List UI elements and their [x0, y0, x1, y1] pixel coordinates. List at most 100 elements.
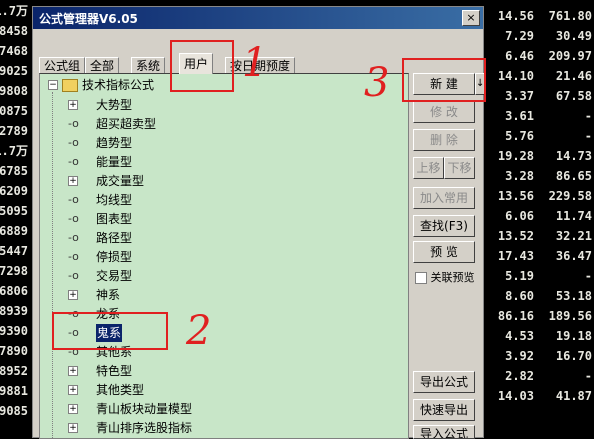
tab-system[interactable]: 系统	[131, 57, 166, 74]
left-quote-cell: 5447	[0, 244, 28, 258]
annotation-box-ghost-item	[52, 312, 168, 350]
right-quote-cell: 16.70	[555, 349, 592, 363]
tree-item-label: 青山排序选股指标	[96, 421, 193, 435]
find-button[interactable]: 查找(F3)	[413, 215, 475, 237]
annotation-number-3: 3	[364, 60, 390, 106]
tree-root-label: 技术指标公式	[82, 78, 155, 92]
tree-item-label: 路径型	[96, 231, 133, 245]
tree-item-label: 超买超卖型	[96, 117, 157, 131]
import-formula-button[interactable]: 导入公式	[413, 425, 475, 439]
right-quote-cell: 13.52	[497, 229, 534, 243]
annotation-box-new-button	[402, 58, 486, 102]
left-quote-cell: 1.7万	[0, 144, 28, 158]
modify-button[interactable]: 修 改	[413, 101, 475, 123]
delete-button[interactable]: 删 除	[413, 129, 475, 151]
right-quote-cell: 209.97	[548, 49, 592, 63]
expand-icon[interactable]: +	[68, 423, 78, 433]
left-quote-cell: 6209	[0, 184, 28, 198]
tree-item-label: 其他类型	[96, 383, 145, 397]
expand-icon[interactable]: +	[68, 176, 78, 186]
right-quote-cell: -	[584, 269, 592, 283]
right-quote-cell: 7.29	[505, 29, 534, 43]
left-quote-cell: 8458	[0, 24, 28, 38]
add-common-button[interactable]: 加入常用	[413, 187, 475, 209]
tab-formula-group[interactable]: 公式组	[39, 57, 86, 74]
quick-export-button[interactable]: 快速导出	[413, 399, 475, 421]
expand-icon[interactable]: +	[68, 385, 78, 395]
right-quote-cell: -	[584, 369, 592, 383]
right-quote-cell: 41.87	[555, 389, 592, 403]
right-quote-cell: 14.73	[555, 149, 592, 163]
folder-icon	[62, 79, 78, 92]
right-quote-cell: 67.58	[555, 89, 592, 103]
formula-leaf-icon: -o	[68, 250, 79, 263]
tab-all[interactable]: 全部	[85, 57, 120, 74]
tab-user[interactable]: 用户	[179, 53, 214, 74]
collapse-icon[interactable]: −	[48, 80, 58, 90]
expand-icon[interactable]: +	[68, 366, 78, 376]
left-quote-cell: 6889	[0, 224, 28, 238]
linked-preview-checkbox[interactable]: 关联预览	[415, 269, 475, 285]
right-quote-cell: 6.06	[505, 209, 534, 223]
right-quote-cell: 17.43	[497, 249, 534, 263]
right-quote-cell: 86.16	[497, 309, 534, 323]
tree-item-label: 停损型	[96, 250, 133, 264]
expand-icon[interactable]: +	[68, 100, 78, 110]
left-quote-cell: 2789	[0, 124, 28, 138]
formula-leaf-icon: -o	[68, 136, 79, 149]
tree-line	[52, 92, 53, 438]
tree-item-label: 交易型	[96, 269, 133, 283]
expand-icon[interactable]: +	[68, 290, 78, 300]
right-quote-cell: 36.47	[555, 249, 592, 263]
right-quote-cell: 14.56	[497, 9, 534, 23]
left-quote-cell: 9390	[0, 324, 28, 338]
left-quote-cell: 9808	[0, 84, 28, 98]
move-down-button[interactable]: 下移	[444, 157, 475, 179]
right-quote-cell: 14.03	[497, 389, 534, 403]
left-quote-cell: 9085	[0, 404, 28, 418]
left-quote-cell: 0875	[0, 104, 28, 118]
formula-tree[interactable]: − 技术指标公式 + 大势型 -o 超买超卖型 -o 趋势型 -o 能量型 + 成交量型 -o 均线型…	[39, 73, 409, 439]
formula-leaf-icon: -o	[68, 269, 79, 282]
right-quote-cell: 3.61	[505, 109, 534, 123]
left-quote-cell: 6806	[0, 284, 28, 298]
expand-icon[interactable]: +	[68, 404, 78, 414]
right-quote-cell: 229.58	[548, 189, 592, 203]
linked-preview-label: 关联预览	[430, 271, 475, 284]
right-quote-cell: 30.49	[555, 29, 592, 43]
right-quote-cell: 53.18	[555, 289, 592, 303]
tree-item-label: 均线型	[96, 193, 133, 207]
annotation-number-1: 1	[242, 40, 268, 86]
left-quote-cell: 7468	[0, 44, 28, 58]
move-up-button[interactable]: 上移	[413, 157, 444, 179]
preview-button[interactable]: 预 览	[413, 241, 475, 263]
right-quote-cell	[536, 407, 592, 426]
right-quote-cell: -	[584, 129, 592, 143]
left-quote-cell: 7298	[0, 264, 28, 278]
formula-leaf-icon: -o	[68, 212, 79, 225]
right-quote-cell: 21.46	[555, 69, 592, 83]
left-quote-cell: 5095	[0, 204, 28, 218]
right-quote-cell: 3.28	[505, 169, 534, 183]
right-quote-cell: 3.92	[505, 349, 534, 363]
right-quote-cell: 5.76	[505, 129, 534, 143]
tree-item-label: 图表型	[96, 212, 133, 226]
formula-leaf-icon: -o	[68, 117, 79, 130]
right-quote-cell: 761.80	[548, 9, 592, 23]
tree-item-label: 大势型	[96, 98, 133, 112]
formula-leaf-icon: -o	[68, 193, 79, 206]
formula-leaf-icon: -o	[68, 231, 79, 244]
right-quote-cell: 19.28	[497, 149, 534, 163]
export-formula-button[interactable]: 导出公式	[413, 371, 475, 393]
checkbox-box[interactable]	[415, 272, 427, 284]
left-quote-cell: 8952	[0, 364, 28, 378]
tree-item-label: 特色型	[96, 364, 133, 378]
annotation-number-2: 2	[186, 308, 212, 354]
right-quote-cell	[486, 407, 534, 426]
close-button[interactable]: ×	[462, 10, 480, 26]
right-quote-cell: -	[584, 109, 592, 123]
tree-item-label: 成交量型	[96, 174, 145, 188]
left-quote-cell: 7890	[0, 344, 28, 358]
left-quote-cell: 6785	[0, 164, 28, 178]
tree-item-label: 趋势型	[96, 136, 133, 150]
